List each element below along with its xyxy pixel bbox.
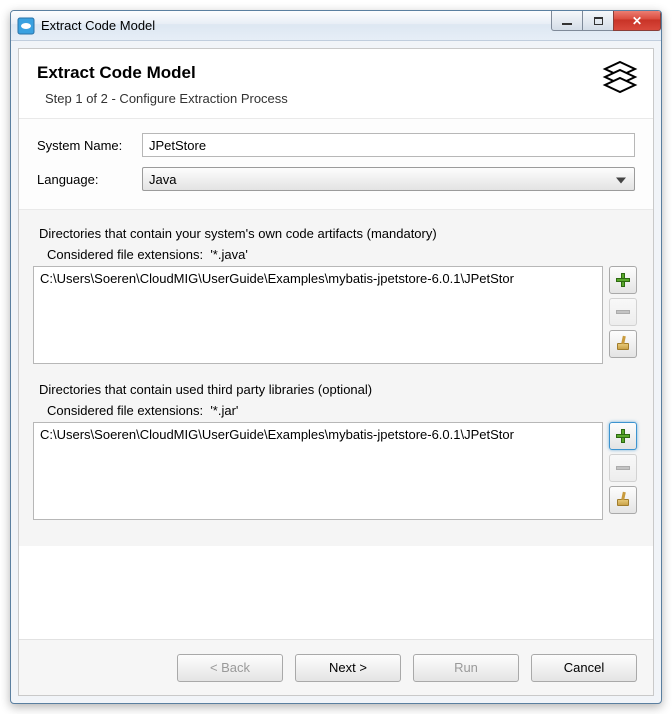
libs-add-button[interactable]	[609, 422, 637, 450]
layers-icon	[601, 59, 639, 100]
run-button[interactable]: Run	[413, 654, 519, 682]
window-title: Extract Code Model	[41, 18, 155, 33]
cancel-button[interactable]: Cancel	[531, 654, 637, 682]
own-clear-button[interactable]	[609, 330, 637, 358]
own-ext-value: '*.java'	[210, 247, 247, 262]
wizard-footer: < Back Next > Run Cancel	[19, 639, 653, 695]
own-add-button[interactable]	[609, 266, 637, 294]
libs-ext-value: '*.jar'	[210, 403, 238, 418]
libs-group: Directories that contain used third part…	[33, 382, 639, 520]
dialog-window: Extract Code Model ✕ Extract Code Model …	[10, 10, 662, 704]
page-title: Extract Code Model	[37, 63, 635, 83]
own-remove-button[interactable]	[609, 298, 637, 326]
system-name-label: System Name:	[37, 138, 142, 153]
plus-icon	[616, 429, 630, 443]
title-bar[interactable]: Extract Code Model ✕	[11, 11, 661, 41]
language-label: Language:	[37, 172, 142, 187]
back-button[interactable]: < Back	[177, 654, 283, 682]
window-controls: ✕	[552, 11, 661, 31]
plus-icon	[616, 273, 630, 287]
system-name-input[interactable]	[142, 133, 635, 157]
broom-icon	[616, 336, 630, 352]
libs-listbox[interactable]: C:\Users\Soeren\CloudMIG\UserGuide\Examp…	[33, 422, 603, 520]
own-code-title: Directories that contain your system's o…	[39, 226, 633, 241]
directories-area: Directories that contain your system's o…	[19, 210, 653, 546]
client-area: Extract Code Model Step 1 of 2 - Configu…	[18, 48, 654, 696]
list-item[interactable]: C:\Users\Soeren\CloudMIG\UserGuide\Examp…	[40, 427, 596, 442]
list-item[interactable]: C:\Users\Soeren\CloudMIG\UserGuide\Examp…	[40, 271, 596, 286]
own-code-group: Directories that contain your system's o…	[33, 226, 639, 364]
language-select[interactable]: Java	[142, 167, 635, 191]
form-area: System Name: Language: Java	[19, 119, 653, 210]
wizard-header: Extract Code Model Step 1 of 2 - Configu…	[19, 49, 653, 119]
own-ext-label: Considered file extensions:	[47, 247, 203, 262]
libs-title: Directories that contain used third part…	[39, 382, 633, 397]
app-icon	[17, 17, 35, 35]
broom-icon	[616, 492, 630, 508]
libs-clear-button[interactable]	[609, 486, 637, 514]
own-code-listbox[interactable]: C:\Users\Soeren\CloudMIG\UserGuide\Examp…	[33, 266, 603, 364]
language-value: Java	[149, 172, 176, 187]
minus-icon	[616, 310, 630, 314]
libs-remove-button[interactable]	[609, 454, 637, 482]
close-button[interactable]: ✕	[613, 11, 661, 31]
maximize-button[interactable]	[582, 11, 614, 31]
chevron-down-icon	[616, 172, 626, 187]
page-subtitle: Step 1 of 2 - Configure Extraction Proce…	[45, 91, 635, 106]
libs-ext-label: Considered file extensions:	[47, 403, 203, 418]
next-button[interactable]: Next >	[295, 654, 401, 682]
minimize-button[interactable]	[551, 11, 583, 31]
minus-icon	[616, 466, 630, 470]
